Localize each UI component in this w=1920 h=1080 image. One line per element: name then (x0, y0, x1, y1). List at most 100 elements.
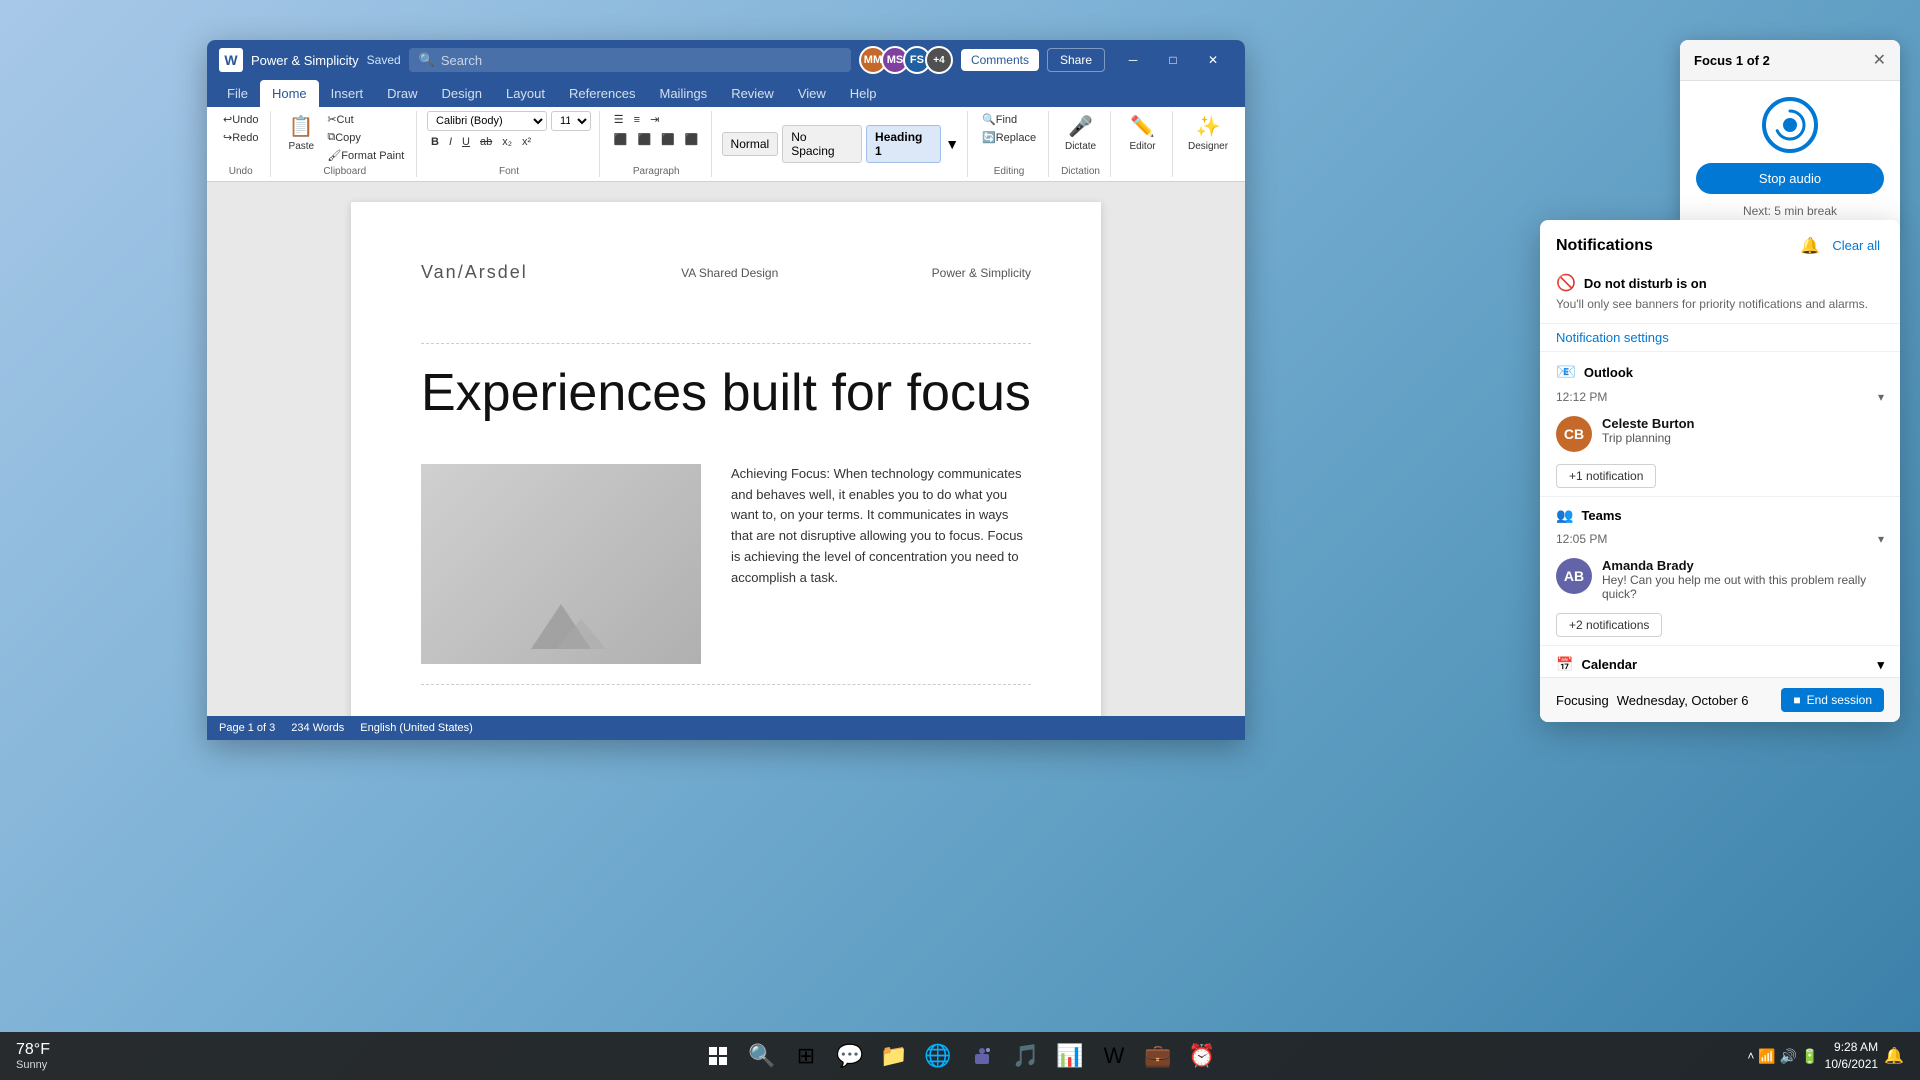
comments-button[interactable]: Comments (961, 49, 1039, 71)
search-box[interactable]: 🔍 (409, 48, 851, 72)
tab-mailings[interactable]: Mailings (648, 80, 720, 107)
italic-button[interactable]: I (445, 134, 456, 150)
cut-button[interactable]: ✂ Cut (323, 111, 408, 128)
tab-draw[interactable]: Draw (375, 80, 429, 107)
explorer-button[interactable]: 📁 (874, 1036, 914, 1076)
search-input[interactable] (441, 53, 841, 68)
amanda-message: Hey! Can you help me out with this probl… (1602, 573, 1884, 601)
tab-insert[interactable]: Insert (319, 80, 376, 107)
task-view-button[interactable]: ⊞ (786, 1036, 826, 1076)
undo-group-label: Undo (229, 166, 253, 177)
teams-notification-item[interactable]: AB Amanda Brady Hey! Can you help me out… (1540, 550, 1900, 609)
style-heading1-button[interactable]: Heading 1 (866, 125, 941, 163)
outlook-section: 📧 Outlook 12:12 PM ▾ CB Celeste Burton T… (1540, 351, 1900, 496)
battery-icon[interactable]: 🔋 (1801, 1048, 1818, 1065)
align-center-button[interactable]: ⬛ (634, 131, 656, 148)
start-button[interactable] (698, 1036, 738, 1076)
undo-button[interactable]: ↩ Undo (219, 111, 263, 128)
align-left-button[interactable]: ⬛ (610, 131, 632, 148)
close-button[interactable]: ✕ (1193, 40, 1233, 80)
share-button[interactable]: Share (1047, 48, 1105, 72)
weather-condition: Sunny (16, 1059, 50, 1071)
font-name-select[interactable]: Calibri (Body) (427, 111, 547, 131)
spotify-taskbar-button[interactable]: 🎵 (1006, 1036, 1046, 1076)
redo-button[interactable]: ↪ Redo (219, 129, 263, 146)
teams-taskbar-button[interactable] (962, 1036, 1002, 1076)
bullets-button[interactable]: ☰ (610, 111, 628, 128)
footer-left: Focusing Wednesday, October 6 (1556, 693, 1749, 708)
teams-plus-notifications-button[interactable]: +2 notifications (1556, 613, 1662, 637)
justify-button[interactable]: ⬛ (681, 131, 703, 148)
search-taskbar-button[interactable]: 🔍 (742, 1036, 782, 1076)
tab-view[interactable]: View (786, 80, 838, 107)
tab-layout[interactable]: Layout (494, 80, 557, 107)
dictate-button[interactable]: 🎤 Dictate (1060, 111, 1101, 155)
clipboard-column: ✂ Cut ⧉ Copy 🖌 Format Paint (323, 111, 408, 164)
doc-logo: Van/Arsdel (421, 262, 528, 283)
teams-expand-icon[interactable]: ▾ (1878, 532, 1884, 546)
chat-button[interactable]: 💬 (830, 1036, 870, 1076)
focus-next-label: Next: 5 min break (1743, 204, 1837, 218)
maximize-button[interactable]: □ (1153, 40, 1193, 80)
outlook-app-name: Outlook (1584, 365, 1633, 380)
search-icon: 🔍 (419, 52, 435, 68)
amanda-avatar: AB (1556, 558, 1592, 594)
clock-taskbar-button[interactable]: ⏰ (1182, 1036, 1222, 1076)
bold-button[interactable]: B (427, 134, 443, 150)
powerpoint-taskbar-button[interactable]: 📊 (1050, 1036, 1090, 1076)
underline-button[interactable]: U (458, 134, 474, 150)
notification-settings-link[interactable]: Notification settings (1540, 324, 1900, 351)
style-no-spacing-button[interactable]: No Spacing (782, 125, 862, 163)
tab-design[interactable]: Design (430, 80, 494, 107)
strikethrough-button[interactable]: ab (476, 134, 496, 150)
find-button[interactable]: 🔍 Find (978, 111, 1040, 128)
subscript-button[interactable]: x₂ (498, 134, 516, 150)
replace-button[interactable]: 🔄 Replace (978, 129, 1040, 146)
stop-audio-button[interactable]: Stop audio (1696, 163, 1884, 194)
designer-icon: ✨ (1196, 114, 1221, 139)
end-session-button[interactable]: ■ End session (1781, 688, 1884, 712)
calendar-expand-icon[interactable]: ▾ (1877, 657, 1884, 673)
designer-button[interactable]: ✨ Designer (1183, 111, 1233, 155)
superscript-button[interactable]: x² (518, 134, 535, 150)
tab-references[interactable]: References (557, 80, 647, 107)
word-taskbar-button[interactable]: W (1094, 1036, 1134, 1076)
focus-close-icon[interactable]: ✕ (1873, 50, 1886, 70)
minimize-button[interactable]: ─ (1113, 40, 1153, 80)
document-content[interactable]: Van/Arsdel VA Shared Design Power & Simp… (207, 182, 1245, 716)
chevron-up-icon[interactable]: ˄ (1747, 1049, 1754, 1063)
weather-widget: 78°F Sunny (8, 1041, 58, 1071)
numbering-button[interactable]: ≡ (630, 111, 644, 128)
footer-date: Wednesday, October 6 (1617, 693, 1749, 708)
bell-icon: 🔔 (1800, 236, 1820, 256)
style-normal-button[interactable]: Normal (722, 132, 779, 156)
volume-icon[interactable]: 🔊 (1780, 1048, 1797, 1065)
teams-app-name: Teams (1581, 508, 1621, 523)
edge-button[interactable]: 🌐 (918, 1036, 958, 1076)
taskbar-clock[interactable]: 9:28 AM 10/6/2021 (1825, 1039, 1878, 1073)
styles-expand-button[interactable]: ▼ (945, 136, 959, 152)
tab-review[interactable]: Review (719, 80, 786, 107)
notification-taskbar-icon[interactable]: 🔔 (1884, 1046, 1904, 1066)
outlook-plus-notifications-button[interactable]: +1 notification (1556, 464, 1656, 488)
ribbon-group-dictation: 🎤 Dictate Dictation (1051, 111, 1111, 177)
outlook-notification-item[interactable]: CB Celeste Burton Trip planning (1540, 408, 1900, 460)
align-right-button[interactable]: ⬛ (657, 131, 679, 148)
copy-button[interactable]: ⧉ Copy (323, 129, 408, 146)
tab-home[interactable]: Home (260, 80, 319, 107)
tab-file[interactable]: File (215, 80, 260, 107)
ribbon-group-paragraph: ☰ ≡ ⇥ ⬛ ⬛ ⬛ ⬛ Paragraph (602, 111, 712, 177)
outlook-expand-icon[interactable]: ▾ (1878, 390, 1884, 404)
clear-all-button[interactable]: Clear all (1828, 234, 1884, 257)
indent-button[interactable]: ⇥ (646, 111, 663, 128)
notifications-scroll[interactable]: 📧 Outlook 12:12 PM ▾ CB Celeste Burton T… (1540, 351, 1900, 677)
ribbon-group-designer: ✨ Designer (1175, 111, 1241, 177)
tab-help[interactable]: Help (838, 80, 889, 107)
wifi-icon[interactable]: 📶 (1758, 1048, 1775, 1065)
format-paint-button[interactable]: 🖌 Format Paint (323, 147, 408, 164)
paste-button[interactable]: 📋 Paste (281, 111, 321, 155)
viva-taskbar-button[interactable]: 💼 (1138, 1036, 1178, 1076)
focus-title: Focus 1 of 2 (1694, 53, 1770, 68)
editor-button[interactable]: ✏️ Editor (1123, 111, 1163, 155)
font-size-select[interactable]: 11 (551, 111, 591, 131)
